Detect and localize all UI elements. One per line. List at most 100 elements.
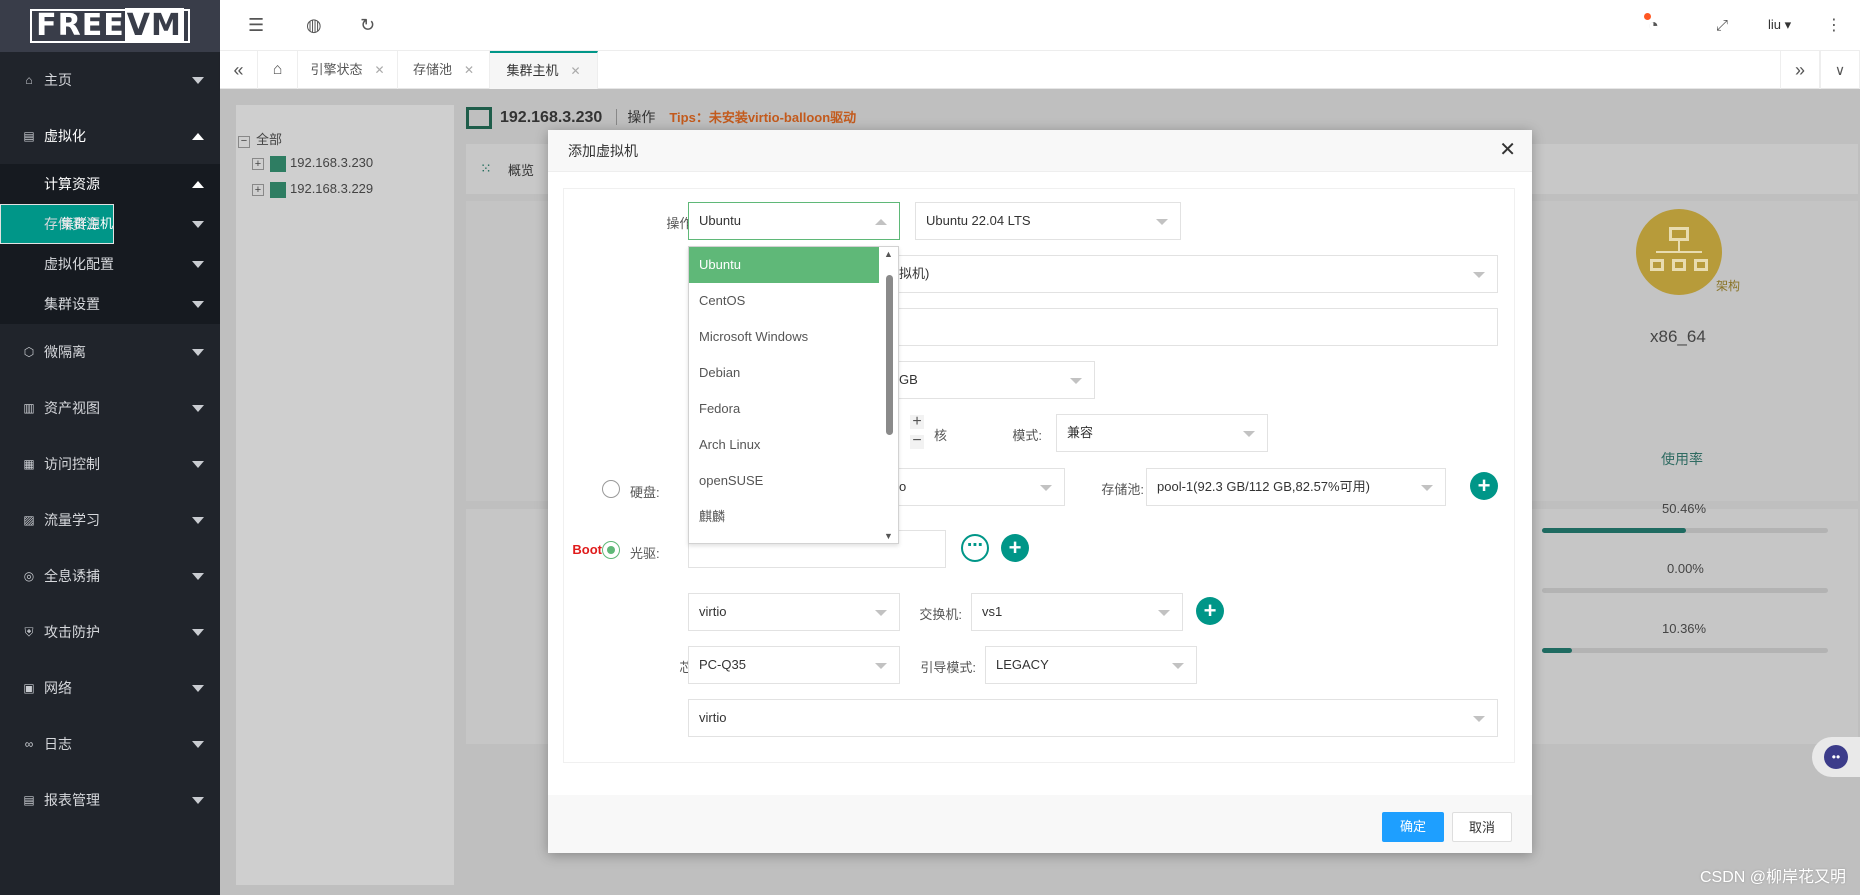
close-icon[interactable]: ✕	[464, 63, 474, 77]
switch-select[interactable]: vs1	[971, 593, 1183, 631]
os-version-select[interactable]: Ubuntu 22.04 LTS	[915, 202, 1181, 240]
chevron-down-icon	[192, 741, 204, 748]
cpu-increment-icon[interactable]: +	[910, 414, 924, 430]
os-option[interactable]: 麒麟	[689, 499, 879, 535]
watermark: CSDN @柳岸花又明	[1699, 869, 1846, 886]
tab-menu-chevron-icon[interactable]: ∨	[1820, 51, 1860, 89]
sidebar-item-log[interactable]: ∞ 日志	[0, 716, 220, 772]
sidebar-item-compute[interactable]: 计算资源	[0, 164, 220, 204]
sidebar-item-report[interactable]: ▤ 报表管理	[0, 772, 220, 828]
assistant-bubble[interactable]: ••	[1812, 737, 1860, 777]
sidebar-item-storage[interactable]: 存储资源	[0, 204, 220, 244]
chevron-down-icon	[192, 573, 204, 580]
display-select[interactable]: virtio	[688, 699, 1498, 737]
chevron-up-icon	[192, 133, 204, 140]
action-menu[interactable]: 操作	[616, 109, 656, 126]
chevron-down-icon	[1158, 610, 1170, 616]
chart-icon: ▨	[23, 513, 35, 527]
os-option[interactable]: Microsoft Windows	[689, 319, 879, 355]
cancel-button[interactable]: 取消	[1452, 812, 1513, 842]
chevron-down-icon	[192, 517, 204, 524]
nic-select[interactable]: virtio	[688, 593, 900, 631]
sidebar-item-defense[interactable]: ⛨ 攻击防护	[0, 604, 220, 660]
cdrom-boot-radio[interactable]	[602, 541, 620, 559]
tab-storage-pool[interactable]: 存储池 ✕	[398, 51, 490, 89]
tree-root[interactable]: − 全部	[238, 129, 282, 148]
close-icon[interactable]: ✕	[570, 64, 580, 78]
tree-host-2[interactable]: +192.168.3.229	[252, 181, 373, 198]
chevron-down-icon	[1070, 378, 1082, 384]
palette-icon[interactable]: ◔	[1644, 13, 1659, 36]
disk-boot-radio[interactable]	[602, 480, 620, 498]
sidebar: FREEVM ⌂ 主页 ▤ 虚拟化 计算资源 集群主机 存储资源 虚拟化配置 集群设…	[0, 0, 220, 895]
cpu-decrement-icon[interactable]: −	[910, 433, 924, 449]
more-vertical-icon[interactable]: ⋮	[1826, 15, 1842, 35]
dropdown-scrollbar[interactable]: ▲ ▼	[882, 247, 896, 543]
tab-engine-status[interactable]: 引擎状态 ✕	[298, 51, 398, 89]
browse-iso-button[interactable]: ⋯	[961, 534, 989, 562]
sidebar-submenu: 计算资源 集群主机 存储资源 虚拟化配置 集群设置	[0, 164, 220, 324]
usage-header: 使用率	[1661, 451, 1703, 467]
infinity-icon: ∞	[24, 737, 34, 751]
scroll-up-icon[interactable]: ▲	[884, 249, 893, 259]
sidebar-item-honeypot[interactable]: ◎ 全息诱捕	[0, 548, 220, 604]
os-option[interactable]: Arch Linux	[689, 427, 879, 463]
logo[interactable]: FREEVM	[0, 0, 220, 52]
fullscreen-icon[interactable]: ⤢	[1716, 17, 1728, 34]
tab-scroll-left-icon[interactable]: «	[220, 51, 258, 89]
os-option[interactable]: openSUSE	[689, 463, 879, 499]
sidebar-item-traffic[interactable]: ▨ 流量学习	[0, 492, 220, 548]
sidebar-item-microseg[interactable]: ⬡ 微隔离	[0, 324, 220, 380]
chevron-down-icon	[192, 629, 204, 636]
network-icon: ▣	[23, 681, 35, 695]
scroll-down-icon[interactable]: ▼	[884, 531, 893, 541]
tree-host-1[interactable]: +192.168.3.230	[252, 155, 373, 172]
top-bar: ☰ ◍ ↻ ◔ ⤢ liu ▾ ⋮	[220, 0, 1860, 51]
close-icon[interactable]: ✕	[374, 63, 384, 77]
os-type-select[interactable]: Ubuntu	[688, 202, 900, 240]
confirm-button[interactable]: 确定	[1382, 812, 1445, 842]
os-option[interactable]: Debian	[689, 355, 879, 391]
chevron-down-icon	[875, 610, 887, 616]
tab-cluster-host[interactable]: 集群主机 ✕	[490, 51, 598, 89]
sidebar-item-network[interactable]: ▣ 网络	[0, 660, 220, 716]
user-menu[interactable]: liu ▾	[1768, 17, 1791, 33]
monitor-icon	[466, 107, 492, 129]
os-option[interactable]: Ubuntu	[689, 247, 879, 283]
globe-icon[interactable]: ◍	[306, 15, 322, 36]
usage-bar	[1542, 588, 1828, 593]
storage-pool-select[interactable]: pool-1(92.3 GB/112 GB,82.57%可用)	[1146, 468, 1446, 506]
chevron-down-icon	[192, 685, 204, 692]
sidebar-item-cluster-settings[interactable]: 集群设置	[0, 284, 220, 324]
sidebar-item-virtualization[interactable]: ▤ 虚拟化	[0, 108, 220, 164]
tab-overview[interactable]: 概览	[508, 160, 534, 179]
logo-text: FREEVM	[30, 8, 190, 43]
usage-value: 10.36%	[1662, 621, 1707, 636]
close-icon[interactable]: ✕	[1499, 140, 1516, 160]
chevron-down-icon	[1040, 485, 1052, 491]
chevron-down-icon	[1421, 485, 1433, 491]
os-type-dropdown: Ubuntu CentOS Microsoft Windows Debian F…	[688, 246, 899, 544]
home-tab-icon[interactable]: ⌂	[258, 51, 298, 89]
chevron-down-icon	[192, 221, 204, 228]
tab-scroll-right-icon[interactable]: »	[1780, 51, 1820, 89]
add-nic-button[interactable]: +	[1196, 597, 1224, 625]
boot-mode-select[interactable]: LEGACY	[985, 646, 1197, 684]
add-cdrom-button[interactable]: +	[1001, 534, 1029, 562]
sidebar-item-assets[interactable]: ▥ 资产视图	[0, 380, 220, 436]
cpu-mode-select[interactable]: 兼容	[1056, 414, 1268, 452]
os-option[interactable]: CentOS	[689, 283, 879, 319]
chevron-down-icon	[192, 349, 204, 356]
refresh-icon[interactable]: ↻	[360, 15, 375, 36]
sidebar-item-virt-config[interactable]: 虚拟化配置	[0, 244, 220, 284]
cube-icon: ⬡	[23, 345, 35, 359]
add-disk-button[interactable]: +	[1470, 472, 1498, 500]
menu-collapse-icon[interactable]: ☰	[248, 15, 264, 36]
scroll-thumb[interactable]	[886, 275, 893, 435]
chevron-down-icon	[1172, 663, 1184, 669]
chipset-select[interactable]: PC-Q35	[688, 646, 900, 684]
chevron-down-icon	[192, 261, 204, 268]
sidebar-item-access[interactable]: ▦ 访问控制	[0, 436, 220, 492]
os-option[interactable]: Fedora	[689, 391, 879, 427]
sidebar-item-home[interactable]: ⌂ 主页	[0, 52, 220, 108]
